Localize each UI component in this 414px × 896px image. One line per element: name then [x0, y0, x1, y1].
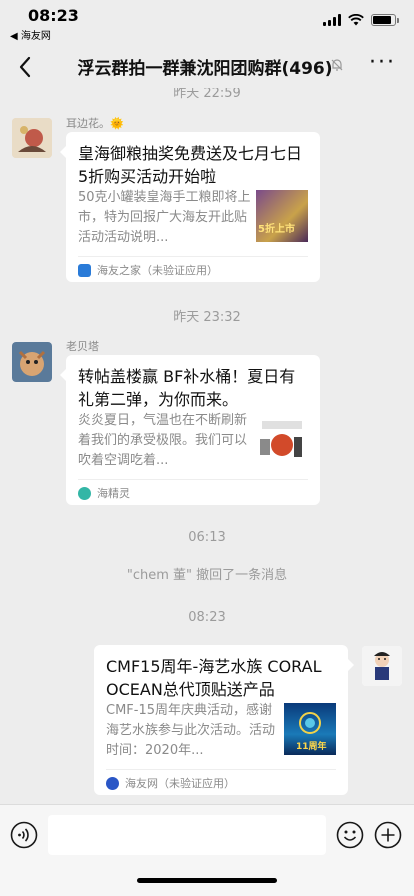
card-title: CMF15周年-海艺水族 CORAL OCEAN总代顶贴送产品: [106, 657, 322, 699]
signal-icon: [323, 14, 341, 26]
source-label: 海精灵: [97, 487, 130, 500]
avatar[interactable]: [12, 118, 52, 158]
app-logo-icon: [78, 486, 91, 500]
status-bar: 08:23 ◀ 海友网: [0, 0, 414, 44]
card-title: 转帖盖楼赢 BF补水桶！夏日有礼第二弹，为你而来。: [78, 367, 296, 409]
my-avatar[interactable]: [362, 646, 402, 686]
card-description: 炎炎夏日，气温也在不断刷新着我们的承受极限。我们可以吹着空调吃着...: [78, 413, 248, 468]
sender-name: 老贝塔: [66, 340, 99, 353]
chat-title: 浮云群拍一群兼沈阳团购群(496): [77, 59, 333, 79]
timestamp: 昨天 23:32: [173, 310, 241, 325]
card-description: CMF-15周年庆典活动，感谢海艺水族参与此次活动。活动时间：2020年...: [106, 703, 276, 758]
status-time: 08:23: [28, 6, 79, 25]
avatar[interactable]: [12, 342, 52, 382]
plus-icon[interactable]: [374, 821, 402, 849]
card-thumbnail: 11周年: [284, 703, 336, 755]
card-thumbnail: 5折上市: [256, 190, 308, 242]
source-label: 海友网（未验证应用）: [125, 777, 235, 790]
app-logo-icon: [78, 263, 91, 277]
timestamp: 昨天 22:59: [173, 88, 241, 101]
message-input[interactable]: [48, 815, 326, 855]
sender-name: 耳边花。🌞: [66, 117, 124, 130]
card-source: 海精灵: [78, 485, 130, 501]
card-title: 皇海御粮抽奖免费送及七月七日5折购买活动开始啦: [78, 144, 303, 186]
status-icons: [323, 14, 399, 26]
source-label: 海友之家（未验证应用）: [97, 264, 218, 277]
app-logo-icon: [106, 776, 119, 790]
battery-icon: [371, 14, 399, 26]
link-card[interactable]: CMF15周年-海艺水族 CORAL OCEAN总代顶贴送产品 CMF-15周年…: [94, 645, 354, 795]
wifi-icon: [348, 14, 364, 26]
home-indicator[interactable]: [137, 878, 277, 883]
thumbnail-text: 11周年: [296, 742, 327, 752]
link-card[interactable]: 皇海御粮抽奖免费送及七月七日5折购买活动开始啦 50克小罐装皇海手工粮即将上市，…: [60, 132, 320, 282]
chat-messages[interactable]: 昨天 22:59 耳边花。🌞 皇海御粮抽奖免费送及七月七日5折购买活动开始啦 5…: [0, 88, 414, 804]
card-description: 50克小罐装皇海手工粮即将上市，特为回报广大海友开此贴活动活动说明...: [78, 190, 251, 245]
nav-bar: 浮云群拍一群兼沈阳团购群(496) ···: [0, 44, 414, 88]
recall-notice: "chem 董" 撤回了一条消息: [126, 568, 288, 583]
thumbnail-text: 5折上市: [258, 224, 295, 235]
avatar-image: [12, 118, 52, 158]
timestamp: 08:23: [188, 610, 226, 625]
avatar-image: [362, 646, 402, 686]
card-thumbnail: [256, 413, 308, 465]
more-options-button[interactable]: ···: [369, 50, 396, 75]
voice-input-icon[interactable]: [10, 821, 38, 849]
link-card[interactable]: 转帖盖楼赢 BF补水桶！夏日有礼第二弹，为你而来。 炎炎夏日，气温也在不断刷新着…: [60, 355, 320, 505]
card-source: 海友之家（未验证应用）: [78, 262, 218, 278]
back-arrow-icon[interactable]: [18, 56, 32, 78]
timestamp: 06:13: [188, 530, 226, 545]
back-to-app-link[interactable]: ◀ 海友网: [10, 27, 51, 42]
mute-bell-icon: [331, 59, 343, 71]
emoji-icon[interactable]: [336, 821, 364, 849]
avatar-image: [12, 342, 52, 382]
card-source: 海友网（未验证应用）: [106, 775, 235, 791]
